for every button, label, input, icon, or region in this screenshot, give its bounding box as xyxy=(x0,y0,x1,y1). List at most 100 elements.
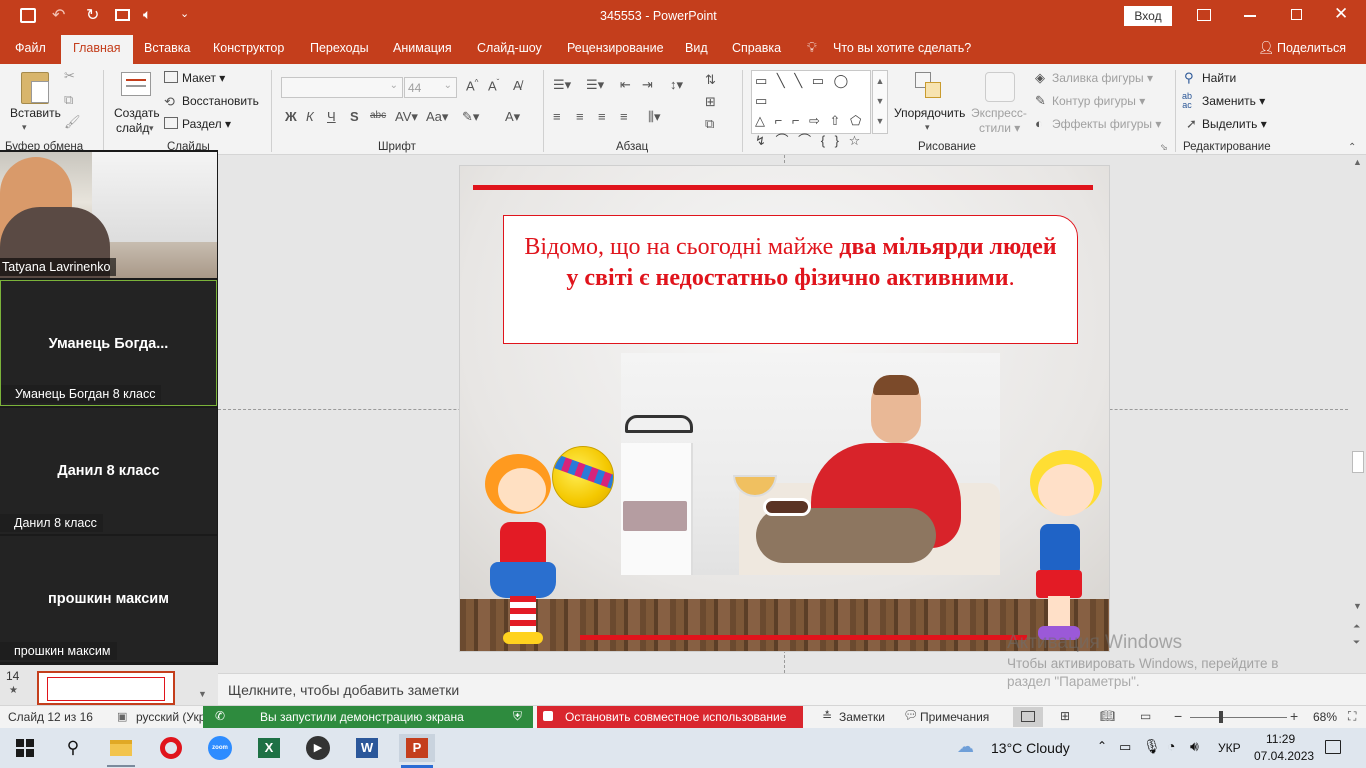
shadow-icon[interactable]: S xyxy=(350,109,359,124)
tab-view[interactable]: Вид xyxy=(685,41,708,55)
word-icon[interactable]: W xyxy=(352,734,382,762)
font-size-dropdown-icon[interactable]: ⌄ xyxy=(444,80,452,91)
restore-icon[interactable] xyxy=(1291,9,1302,20)
align-text-icon[interactable]: ⊞ xyxy=(705,94,716,110)
zoom-level[interactable]: 68% xyxy=(1313,710,1337,724)
font-name-input[interactable]: ⌄ xyxy=(281,77,403,98)
minimize-icon[interactable] xyxy=(1244,15,1256,17)
zoom-slider[interactable] xyxy=(1190,711,1287,723)
arrange-icon[interactable] xyxy=(915,72,943,100)
redo-icon[interactable]: ↻ xyxy=(86,5,99,25)
powerpoint-icon[interactable]: P xyxy=(399,734,435,762)
zoom-in-button[interactable]: + xyxy=(1290,708,1298,724)
copy-icon[interactable]: ⧉ xyxy=(64,92,73,108)
tab-transitions[interactable]: Переходы xyxy=(310,41,369,55)
new-slide-label-2[interactable]: слайд xyxy=(116,121,149,135)
tell-me-search[interactable]: Что вы хотите сделать? xyxy=(833,41,971,55)
share-button[interactable]: Поделиться xyxy=(1277,41,1346,55)
reading-view-icon[interactable]: 📖︎ xyxy=(1100,709,1115,723)
current-slide[interactable]: Відомо, що на сьогодні майже два мільярд… xyxy=(459,165,1110,652)
increase-indent-icon[interactable]: ⇥ xyxy=(642,77,653,93)
arrange-dropdown-icon[interactable]: ▾ xyxy=(925,122,930,133)
participant-tile[interactable]: Данил 8 класс 🎤︎ Данил 8 класс xyxy=(0,408,217,534)
decrease-indent-icon[interactable]: ⇤ xyxy=(620,77,631,93)
bold-icon[interactable]: Ж xyxy=(285,109,297,124)
windows-start-icon[interactable] xyxy=(10,734,40,762)
tab-file[interactable]: Файл xyxy=(15,41,46,55)
strikethrough-icon[interactable]: abc xyxy=(370,110,386,121)
underline-icon[interactable]: Ч xyxy=(327,109,336,124)
tab-design[interactable]: Конструктор xyxy=(213,41,284,55)
italic-icon[interactable]: К xyxy=(306,109,314,124)
shape-fill-button[interactable]: Заливка фигуры ▾ xyxy=(1052,71,1153,85)
zoom-out-button[interactable]: − xyxy=(1174,708,1182,724)
slide-sorter-icon[interactable]: ⊞ xyxy=(1060,709,1070,723)
zoom-icon[interactable]: zoom xyxy=(205,734,235,762)
scroll-thumb[interactable] xyxy=(1352,451,1364,473)
shape-outline-button[interactable]: Контур фигуры ▾ xyxy=(1052,94,1145,108)
battery-icon[interactable]: ▭ xyxy=(1119,739,1131,755)
cartoon-girl[interactable] xyxy=(465,436,615,646)
replace-button[interactable]: Заменить ▾ xyxy=(1202,94,1265,108)
line-spacing-icon[interactable]: ↕▾ xyxy=(670,77,683,93)
clock-date[interactable]: 07.04.2023 xyxy=(1254,749,1314,763)
slide-text-box[interactable]: Відомо, що на сьогодні майже два мільярд… xyxy=(503,215,1078,344)
collapse-ribbon-icon[interactable]: ⌃ xyxy=(1348,142,1356,153)
quick-styles-icon[interactable] xyxy=(985,72,1015,102)
select-button[interactable]: Выделить ▾ xyxy=(1202,117,1267,131)
zoom-slider-thumb[interactable] xyxy=(1219,711,1223,723)
shape-effects-button[interactable]: Эффекты фигуры ▾ xyxy=(1052,117,1161,131)
arrange-button[interactable]: Упорядочить xyxy=(894,106,965,120)
weather-text[interactable]: 13°C Cloudy xyxy=(991,740,1070,756)
taskbar-search-icon[interactable]: ⚲ xyxy=(58,734,88,762)
undo-icon[interactable]: ↶ xyxy=(52,5,65,25)
slide-thumbnail[interactable] xyxy=(37,671,175,705)
notes-placeholder[interactable]: Щелкните, чтобы добавить заметки xyxy=(228,682,459,698)
normal-view-button[interactable] xyxy=(1013,707,1043,727)
font-color-icon[interactable]: A▾ xyxy=(505,109,520,125)
find-button[interactable]: Найти xyxy=(1202,71,1236,85)
new-slide-icon[interactable] xyxy=(121,72,151,96)
spellcheck-icon[interactable]: ▣ xyxy=(117,710,127,723)
align-right-icon[interactable]: ≡ xyxy=(598,109,606,124)
participant-tile[interactable]: Уманець Богда... 🎤︎ Уманець Богдан 8 кла… xyxy=(0,280,217,406)
tab-help[interactable]: Справка xyxy=(732,41,781,55)
stop-sharing-button[interactable]: Остановить совместное использование xyxy=(537,706,803,728)
volume-icon[interactable]: 🔊︎ xyxy=(1190,738,1199,755)
tab-animations[interactable]: Анимация xyxy=(393,41,452,55)
highlight-icon[interactable]: ✎▾ xyxy=(462,109,479,125)
language-indicator[interactable]: русский (Укр xyxy=(136,710,205,724)
cut-icon[interactable]: ✂ xyxy=(64,68,75,84)
char-spacing-icon[interactable]: AV▾ xyxy=(395,109,418,125)
presentation-icon[interactable] xyxy=(115,9,130,21)
excel-icon[interactable]: X xyxy=(254,734,284,762)
wifi-icon[interactable]: ◔ xyxy=(1167,738,1175,754)
align-center-icon[interactable]: ≡ xyxy=(576,109,584,124)
tab-review[interactable]: Рецензирование xyxy=(567,41,664,55)
customize-qat-icon[interactable]: ⌄ xyxy=(180,7,189,20)
font-size-input[interactable]: 44 ⌄ xyxy=(404,77,457,98)
scroll-up-icon[interactable]: ▲ xyxy=(1353,157,1362,167)
notes-button[interactable]: Заметки xyxy=(839,710,885,724)
paste-dropdown-icon[interactable]: ▾ xyxy=(22,122,27,133)
thumbnail-pane[interactable]: 14 ★ ▼ xyxy=(0,665,218,705)
scroll-down-icon[interactable]: ▼ xyxy=(1353,601,1362,611)
numbering-icon[interactable]: ☰▾ xyxy=(586,77,604,93)
paste-icon[interactable] xyxy=(21,72,49,104)
drawing-launcher-icon[interactable]: ⬂ xyxy=(1160,142,1168,153)
change-case-icon[interactable]: Aa▾ xyxy=(426,109,448,125)
keyboard-language[interactable]: УКР xyxy=(1218,741,1241,755)
format-painter-icon[interactable]: 🖌︎ xyxy=(64,114,81,130)
quick-styles-label-2[interactable]: стили ▾ xyxy=(979,121,1020,135)
shrink-font-icon[interactable]: Aˇ xyxy=(488,78,499,93)
comments-button[interactable]: Примечания xyxy=(920,710,989,724)
new-slide-dropdown-icon[interactable]: ▾ xyxy=(149,123,154,134)
columns-icon[interactable]: ⫼▾ xyxy=(648,109,661,125)
section-button[interactable]: Раздел ▾ xyxy=(182,117,231,131)
save-icon[interactable] xyxy=(20,8,36,23)
reset-button[interactable]: Восстановить xyxy=(182,94,259,108)
participant-tile[interactable]: прошкин максим 🎤︎ прошкин максим xyxy=(0,536,217,662)
tab-home[interactable]: Главная xyxy=(61,35,133,64)
editor-scrollbar[interactable]: ▲ ▼ ⏶ ⏷ xyxy=(1350,155,1366,673)
new-slide-label[interactable]: Создать xyxy=(114,106,160,120)
